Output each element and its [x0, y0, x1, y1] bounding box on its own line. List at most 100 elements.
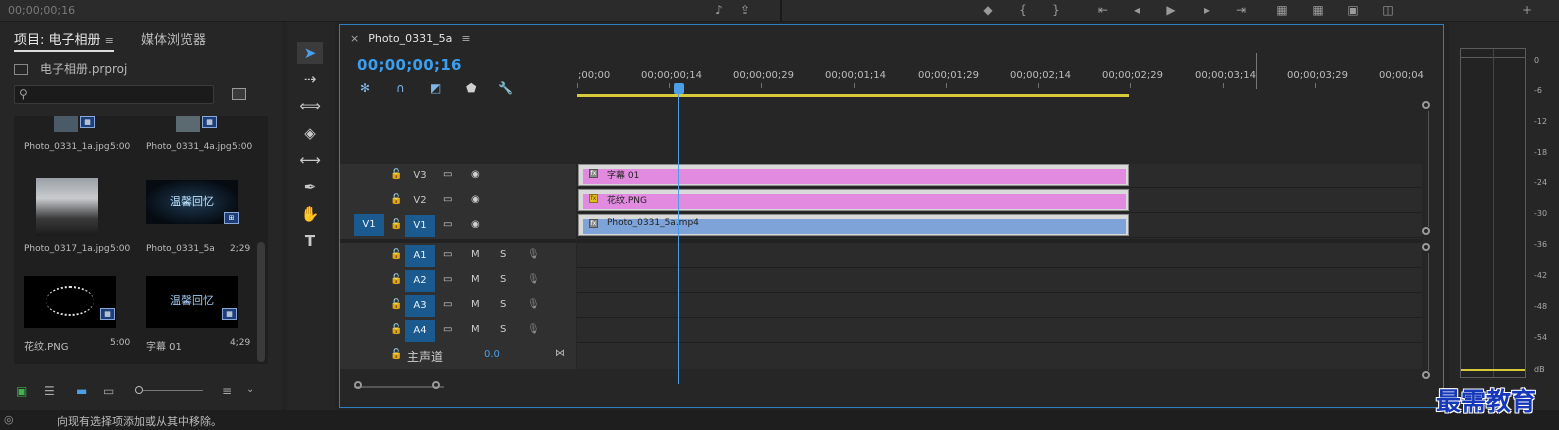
- solo-button[interactable]: S: [500, 324, 506, 335]
- eye-icon[interactable]: ◉: [471, 169, 480, 180]
- vertical-scrollbar[interactable]: [1428, 253, 1429, 371]
- sync-lock-icon[interactable]: ▭: [443, 274, 452, 285]
- playhead-handle[interactable]: [674, 83, 684, 94]
- tab-media-browser[interactable]: 媒体浏览器: [141, 29, 206, 48]
- razor-tool-icon[interactable]: ◈: [297, 122, 323, 144]
- sync-lock-icon[interactable]: ▭: [443, 169, 452, 180]
- solo-button[interactable]: S: [500, 274, 506, 285]
- lock-icon[interactable]: ▣: [16, 384, 27, 398]
- freeform-view-icon[interactable]: ▭: [103, 384, 114, 398]
- tab-sequence[interactable]: × Photo_0331_5a ≡: [350, 32, 471, 45]
- sync-lock-icon[interactable]: ▭: [443, 299, 452, 310]
- master-volume[interactable]: 0.0: [484, 349, 500, 360]
- go-to-out-icon[interactable]: ⇥: [1234, 3, 1248, 17]
- type-tool-icon[interactable]: T: [297, 230, 323, 252]
- eye-icon[interactable]: ◉: [471, 219, 480, 230]
- panel-menu-icon[interactable]: ≡: [461, 32, 470, 45]
- marker-icon[interactable]: ◆: [981, 3, 995, 17]
- mute-button[interactable]: M: [471, 299, 480, 310]
- scroll-handle[interactable]: [1422, 243, 1430, 251]
- audio-icon[interactable]: ♪: [712, 3, 726, 17]
- solo-button[interactable]: S: [500, 249, 506, 260]
- list-item[interactable]: Photo_0317_1a.jpg 5:00: [14, 166, 136, 262]
- camera-icon[interactable]: ▣: [1346, 3, 1360, 17]
- sync-lock-icon[interactable]: ▭: [443, 324, 452, 335]
- mic-icon[interactable]: 🎙: [527, 324, 540, 335]
- mute-button[interactable]: M: [471, 324, 480, 335]
- track-name[interactable]: A2: [405, 270, 435, 292]
- chevron-down-icon[interactable]: ⌄: [246, 384, 254, 395]
- playhead-line[interactable]: [678, 94, 679, 384]
- collapse-icon[interactable]: ⋈: [555, 348, 565, 359]
- list-item[interactable]: 温馨回忆 ▦ 字幕 01 4;29: [136, 264, 258, 360]
- search-input[interactable]: ⚲: [14, 85, 214, 104]
- linked-selection-icon[interactable]: ◩: [430, 81, 441, 95]
- list-item[interactable]: ▦ 花纹.PNG 5:00: [14, 264, 136, 360]
- nest-icon[interactable]: ✻: [360, 81, 370, 95]
- work-area-bar[interactable]: [577, 94, 1129, 97]
- list-item[interactable]: 温馨回忆 ⊞ Photo_0331_5a 2;29: [136, 166, 258, 262]
- clip[interactable]: fx Photo_0331_5a.mp4: [578, 214, 1129, 236]
- solo-button[interactable]: S: [500, 299, 506, 310]
- sort-icon[interactable]: ≡: [222, 384, 232, 398]
- track-select-tool-icon[interactable]: ⇢: [297, 68, 323, 90]
- hand-tool-icon[interactable]: ✋: [297, 203, 323, 225]
- lock-icon[interactable]: 🔓: [390, 249, 402, 260]
- track-name[interactable]: V3: [405, 165, 435, 187]
- sync-lock-icon[interactable]: ▭: [443, 194, 452, 205]
- play-icon[interactable]: ▶: [1164, 3, 1178, 17]
- go-to-in-icon[interactable]: ⇤: [1096, 3, 1110, 17]
- tab-project[interactable]: 项目: 电子相册 ≡: [14, 29, 114, 52]
- zoom-handle-left[interactable]: [354, 381, 362, 389]
- eye-icon[interactable]: ◉: [471, 194, 480, 205]
- scroll-handle[interactable]: [1422, 101, 1430, 109]
- clip[interactable]: fx 字幕 01: [578, 164, 1129, 186]
- step-back-icon[interactable]: ◂: [1130, 3, 1144, 17]
- add-button-icon[interactable]: +: [1520, 3, 1534, 17]
- horizontal-scrollbar[interactable]: [354, 386, 444, 388]
- vertical-scrollbar[interactable]: [1428, 111, 1429, 227]
- sync-lock-icon[interactable]: ▭: [443, 249, 452, 260]
- track-name[interactable]: A4: [405, 320, 435, 342]
- step-forward-icon[interactable]: ▸: [1200, 3, 1214, 17]
- ripple-edit-tool-icon[interactable]: ⟺: [297, 95, 323, 117]
- zoom-slider-track[interactable]: [143, 390, 203, 391]
- lift-icon[interactable]: ▦: [1275, 3, 1289, 17]
- extract-icon[interactable]: ▦: [1311, 3, 1325, 17]
- zoom-slider-handle[interactable]: [135, 386, 143, 394]
- mic-icon[interactable]: 🎙: [527, 249, 540, 260]
- new-bin-icon[interactable]: [232, 88, 246, 100]
- icon-view-icon[interactable]: ▬: [76, 384, 87, 398]
- mute-button[interactable]: M: [471, 274, 480, 285]
- playhead-timecode[interactable]: 00;00;00;16: [357, 56, 462, 74]
- lock-icon[interactable]: 🔓: [390, 169, 402, 180]
- lock-icon[interactable]: 🔓: [390, 274, 402, 285]
- track-name[interactable]: V2: [405, 190, 435, 212]
- sync-lock-icon[interactable]: ▭: [443, 219, 452, 230]
- wrench-icon[interactable]: 🔧: [498, 81, 513, 95]
- mic-icon[interactable]: 🎙: [527, 299, 540, 310]
- selection-tool-icon[interactable]: ➤: [297, 42, 323, 64]
- mark-out-icon[interactable]: }: [1049, 3, 1063, 17]
- project-scrollbar[interactable]: [257, 242, 265, 362]
- export-icon[interactable]: ⇪: [738, 3, 752, 17]
- list-view-icon[interactable]: ☰: [44, 384, 55, 398]
- scroll-handle[interactable]: [1422, 371, 1430, 379]
- track-name[interactable]: A3: [405, 295, 435, 317]
- lock-icon[interactable]: 🔓: [390, 299, 402, 310]
- snap-icon[interactable]: ∩: [396, 81, 405, 95]
- lock-icon[interactable]: 🔓: [390, 194, 402, 205]
- lock-icon[interactable]: 🔓: [390, 324, 402, 335]
- mic-icon[interactable]: 🎙: [527, 274, 540, 285]
- track-name[interactable]: A1: [405, 245, 435, 267]
- close-icon[interactable]: ×: [350, 32, 359, 45]
- zoom-handle-right[interactable]: [432, 381, 440, 389]
- track-name[interactable]: V1: [405, 215, 435, 237]
- clip[interactable]: fx 花纹.PNG: [578, 189, 1129, 211]
- pen-tool-icon[interactable]: ✒: [297, 176, 323, 198]
- add-marker-icon[interactable]: ⬟: [466, 81, 476, 95]
- lock-icon[interactable]: 🔓: [390, 219, 402, 230]
- compare-icon[interactable]: ◫: [1381, 3, 1395, 17]
- mute-button[interactable]: M: [471, 249, 480, 260]
- slip-tool-icon[interactable]: ⟷: [297, 149, 323, 171]
